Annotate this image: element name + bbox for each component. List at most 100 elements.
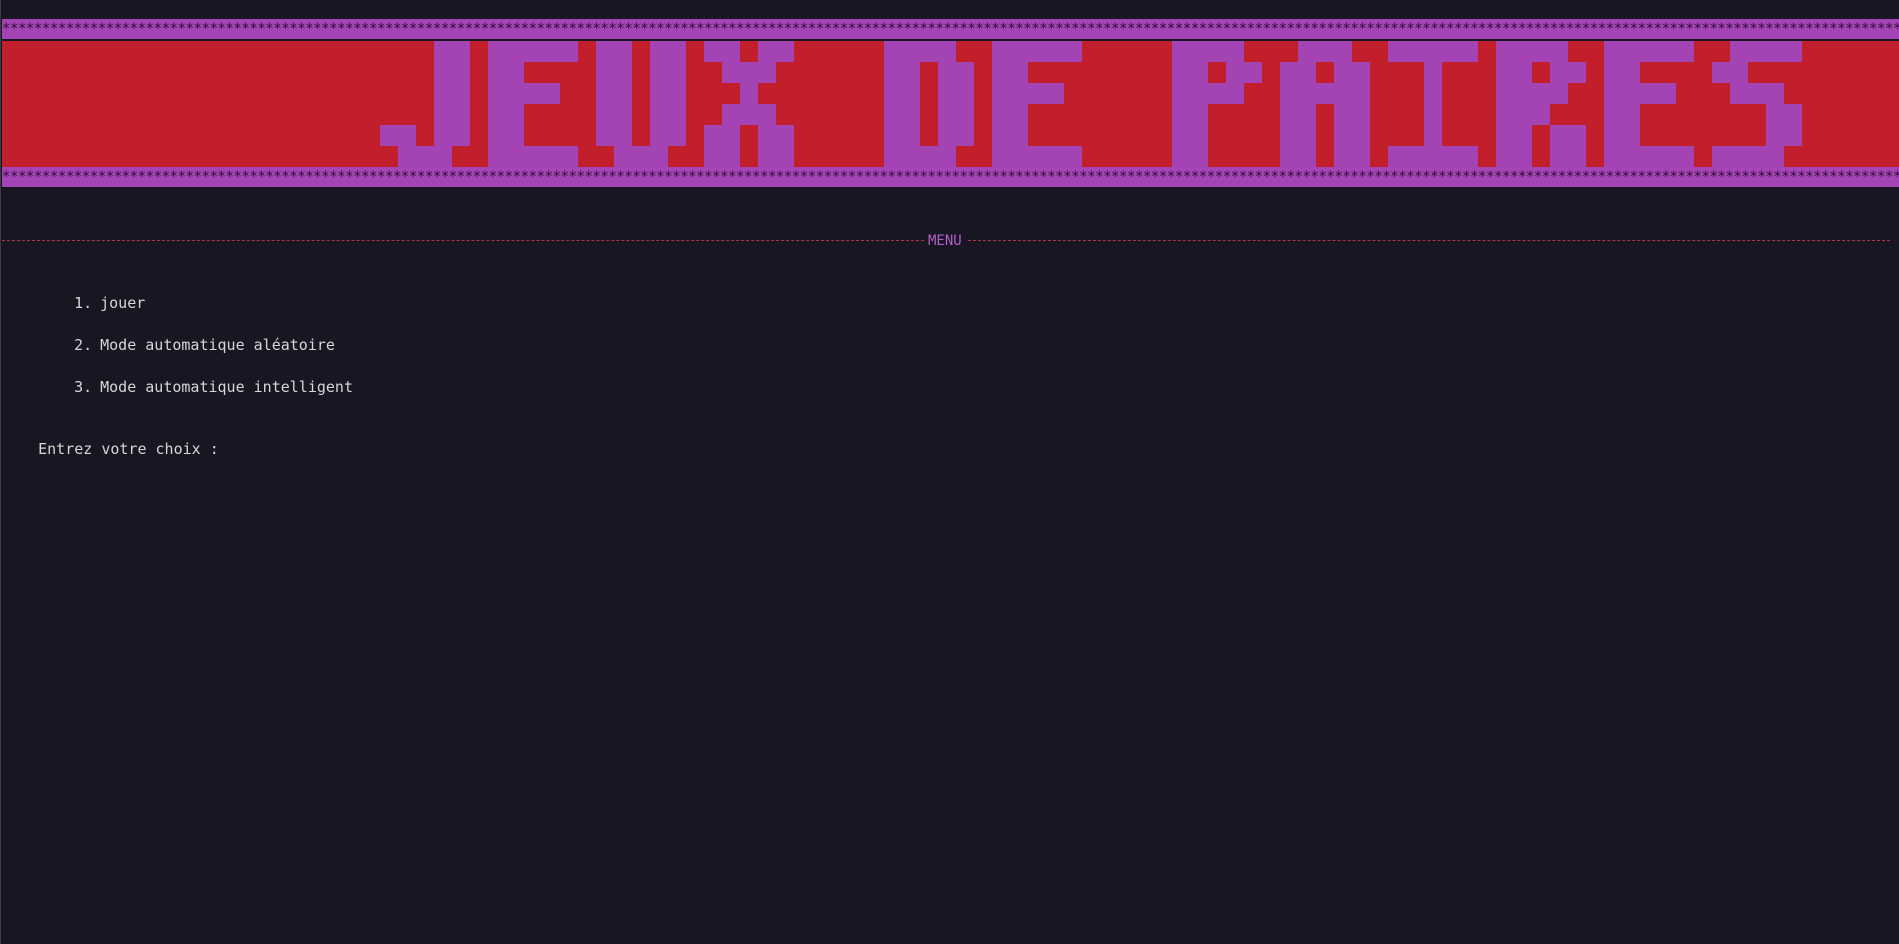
- logo-block: [1496, 83, 1514, 104]
- logo-block: [1190, 62, 1208, 83]
- logo-block: [758, 125, 776, 146]
- menu-item-label: jouer: [100, 294, 146, 312]
- logo-block: [596, 125, 614, 146]
- logo-block: [1514, 104, 1532, 125]
- logo-block: [1010, 41, 1028, 62]
- logo-block: [1442, 146, 1460, 167]
- logo-block: [1298, 125, 1316, 146]
- logo-block: [488, 146, 506, 167]
- logo-block: [1730, 62, 1748, 83]
- logo-block: [560, 41, 578, 62]
- logo-block: [758, 62, 776, 83]
- logo-block: [956, 125, 974, 146]
- logo-block: [1172, 104, 1190, 125]
- logo-block: [1640, 83, 1658, 104]
- logo-block: [1748, 146, 1766, 167]
- logo-block: [1190, 146, 1208, 167]
- logo-block: [1316, 83, 1334, 104]
- logo-block: [902, 146, 920, 167]
- logo-block: [1172, 125, 1190, 146]
- logo-block: [1604, 146, 1622, 167]
- logo-block: [722, 125, 740, 146]
- logo-block: [1532, 104, 1550, 125]
- logo-block: [488, 62, 506, 83]
- logo-block: [1532, 83, 1550, 104]
- logo-block: [740, 62, 758, 83]
- logo-block: [434, 62, 452, 83]
- logo-block: [596, 104, 614, 125]
- logo-block: [452, 104, 470, 125]
- logo-block: [1352, 104, 1370, 125]
- logo-block: [1604, 125, 1622, 146]
- logo-block: [380, 125, 398, 146]
- logo-block: [1424, 125, 1442, 146]
- logo-block: [1496, 104, 1514, 125]
- menu-item-number: 1.: [74, 294, 93, 312]
- logo-block: [668, 62, 686, 83]
- logo-block: [1010, 83, 1028, 104]
- logo-block: [488, 83, 506, 104]
- logo-block: [1622, 125, 1640, 146]
- logo-block: [704, 41, 722, 62]
- logo-block: [1784, 125, 1802, 146]
- logo-block: [992, 146, 1010, 167]
- logo-block: [1424, 83, 1442, 104]
- logo-block: [1064, 41, 1082, 62]
- terminal-window: ****************************************…: [0, 0, 1899, 944]
- logo-block: [452, 41, 470, 62]
- logo-block: [1712, 146, 1730, 167]
- logo-block: [650, 104, 668, 125]
- logo-block: [1334, 125, 1352, 146]
- logo-block: [668, 125, 686, 146]
- logo-block: [722, 41, 740, 62]
- logo-block: [668, 104, 686, 125]
- logo-block: [776, 146, 794, 167]
- logo-block: [1766, 125, 1784, 146]
- logo-block: [1496, 41, 1514, 62]
- logo-block: [1622, 62, 1640, 83]
- logo-block: [398, 125, 416, 146]
- logo-block: [1784, 104, 1802, 125]
- logo-block: [938, 41, 956, 62]
- logo-block: [452, 125, 470, 146]
- logo-block: [1730, 146, 1748, 167]
- logo-block: [596, 83, 614, 104]
- logo-block: [650, 125, 668, 146]
- logo-block: [506, 83, 524, 104]
- logo-block: [1046, 146, 1064, 167]
- logo-block: [488, 104, 506, 125]
- logo-block: [1190, 104, 1208, 125]
- logo-block: [1190, 41, 1208, 62]
- logo-block: [1424, 146, 1442, 167]
- logo-block: [1550, 125, 1568, 146]
- logo-block: [884, 41, 902, 62]
- logo-block: [1748, 83, 1766, 104]
- logo-block: [1514, 83, 1532, 104]
- logo-block: [758, 146, 776, 167]
- banner-bottom-border: ****************************************…: [2, 167, 1899, 187]
- logo-block: [884, 125, 902, 146]
- logo-block: [1028, 83, 1046, 104]
- logo-block: [1172, 62, 1190, 83]
- ascii-logo: [380, 41, 1802, 167]
- logo-block: [1190, 125, 1208, 146]
- logo-block: [614, 125, 632, 146]
- logo-block: [1568, 146, 1586, 167]
- menu-item-label: Mode automatique aléatoire: [100, 336, 335, 354]
- logo-block: [1676, 146, 1694, 167]
- logo-block: [1334, 83, 1352, 104]
- logo-block: [1010, 104, 1028, 125]
- logo-block: [1712, 62, 1730, 83]
- logo-block: [398, 146, 416, 167]
- logo-block: [1622, 104, 1640, 125]
- logo-block: [722, 146, 740, 167]
- logo-block: [1046, 41, 1064, 62]
- menu-item-smart-mode[interactable]: 3. Mode automatique intelligent: [38, 357, 353, 417]
- logo-block: [920, 41, 938, 62]
- logo-block: [1658, 41, 1676, 62]
- logo-block: [1496, 62, 1514, 83]
- logo-block: [1658, 146, 1676, 167]
- logo-block: [956, 62, 974, 83]
- choice-prompt[interactable]: Entrez votre choix :: [2, 419, 219, 479]
- logo-block: [488, 125, 506, 146]
